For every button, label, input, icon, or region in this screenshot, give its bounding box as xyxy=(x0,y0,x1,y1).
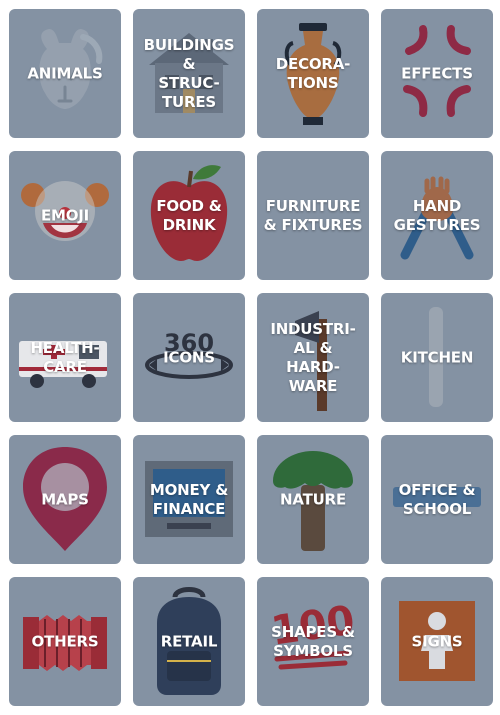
category-tile-effects[interactable]: EFFECTS xyxy=(381,9,493,138)
category-tile-nature[interactable]: NATURE xyxy=(257,435,369,564)
category-tile-retail[interactable]: RETAIL xyxy=(133,577,245,706)
category-tile-industrial-hardware[interactable]: INDUSTRI- AL & HARD- WARE xyxy=(257,293,369,422)
tile-label: MONEY & FINANCE xyxy=(149,480,229,518)
tile-label: INDUSTRI- AL & HARD- WARE xyxy=(270,319,356,395)
tile-label: FURNITURE & FIXTURES xyxy=(263,196,363,234)
category-tile-decorations[interactable]: DECORA- TIONS xyxy=(257,9,369,138)
tile-label: HEALTH- CARE xyxy=(30,338,100,376)
category-grid: ANIMALS BUILDINGS & STRUC- TURES DECORA-… xyxy=(9,9,493,706)
tile-label: RETAIL xyxy=(160,632,218,650)
tile-label: OTHERS xyxy=(31,632,99,650)
category-tile-furniture-fixtures[interactable]: FURNITURE & FIXTURES xyxy=(257,151,369,280)
category-tile-others[interactable]: OTHERS xyxy=(9,577,121,706)
category-tile-kitchen[interactable]: KITCHEN xyxy=(381,293,493,422)
category-tile-icons[interactable]: 360 ICONS xyxy=(133,293,245,422)
category-tile-money-finance[interactable]: MONEY & FINANCE xyxy=(133,435,245,564)
category-tile-hand-gestures[interactable]: HAND GESTURES xyxy=(381,151,493,280)
category-tile-buildings-structures[interactable]: BUILDINGS & STRUC- TURES xyxy=(133,9,245,138)
category-tile-signs[interactable]: SIGNS xyxy=(381,577,493,706)
category-tile-food-drink[interactable]: FOOD & DRINK xyxy=(133,151,245,280)
category-tile-emoji[interactable]: EMOJI xyxy=(9,151,121,280)
tile-label: HAND GESTURES xyxy=(393,196,481,234)
tile-label: KITCHEN xyxy=(400,348,474,366)
category-tile-health-care[interactable]: HEALTH- CARE xyxy=(9,293,121,422)
tile-label: NATURE xyxy=(279,490,346,508)
tile-label: EFFECTS xyxy=(401,64,473,82)
tile-label: SHAPES & SYMBOLS xyxy=(271,622,355,660)
category-tile-maps[interactable]: MAPS xyxy=(9,435,121,564)
category-tile-shapes-symbols[interactable]: 100 SHAPES & SYMBOLS xyxy=(257,577,369,706)
category-tile-office-school[interactable]: OFFICE & SCHOOL xyxy=(381,435,493,564)
tile-label: ICONS xyxy=(163,348,215,366)
tile-label: BUILDINGS & STRUC- TURES xyxy=(143,35,235,111)
tile-label: MAPS xyxy=(41,490,89,508)
tile-label: ANIMALS xyxy=(27,64,103,82)
category-tile-animals[interactable]: ANIMALS xyxy=(9,9,121,138)
tile-label: EMOJI xyxy=(40,206,90,224)
tile-label: DECORA- TIONS xyxy=(275,54,351,92)
tile-label: SIGNS xyxy=(411,632,463,650)
tile-label: OFFICE & SCHOOL xyxy=(398,480,476,518)
tile-label: FOOD & DRINK xyxy=(156,196,222,234)
